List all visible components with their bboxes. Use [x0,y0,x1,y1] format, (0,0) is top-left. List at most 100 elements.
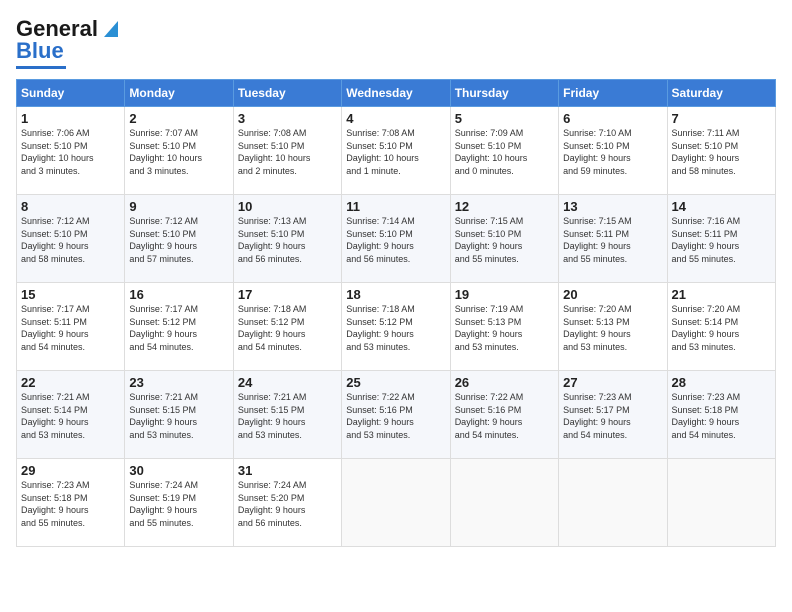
col-header-sunday: Sunday [17,80,125,107]
logo-underline [16,66,66,69]
day-info: Sunrise: 7:10 AM Sunset: 5:10 PM Dayligh… [563,127,662,177]
day-number: 31 [238,463,337,478]
week-row-5: 29Sunrise: 7:23 AM Sunset: 5:18 PM Dayli… [17,459,776,547]
col-header-monday: Monday [125,80,233,107]
day-cell [450,459,558,547]
day-number: 11 [346,199,445,214]
header: General Blue [16,16,776,69]
day-info: Sunrise: 7:24 AM Sunset: 5:20 PM Dayligh… [238,479,337,529]
day-info: Sunrise: 7:20 AM Sunset: 5:14 PM Dayligh… [672,303,771,353]
week-row-4: 22Sunrise: 7:21 AM Sunset: 5:14 PM Dayli… [17,371,776,459]
day-cell: 11Sunrise: 7:14 AM Sunset: 5:10 PM Dayli… [342,195,450,283]
day-info: Sunrise: 7:23 AM Sunset: 5:17 PM Dayligh… [563,391,662,441]
day-info: Sunrise: 7:21 AM Sunset: 5:15 PM Dayligh… [129,391,228,441]
day-cell: 17Sunrise: 7:18 AM Sunset: 5:12 PM Dayli… [233,283,341,371]
day-number: 3 [238,111,337,126]
day-info: Sunrise: 7:21 AM Sunset: 5:14 PM Dayligh… [21,391,120,441]
calendar-table: SundayMondayTuesdayWednesdayThursdayFrid… [16,79,776,547]
day-info: Sunrise: 7:15 AM Sunset: 5:10 PM Dayligh… [455,215,554,265]
day-cell: 13Sunrise: 7:15 AM Sunset: 5:11 PM Dayli… [559,195,667,283]
day-number: 1 [21,111,120,126]
day-cell [559,459,667,547]
day-cell: 14Sunrise: 7:16 AM Sunset: 5:11 PM Dayli… [667,195,775,283]
day-cell: 8Sunrise: 7:12 AM Sunset: 5:10 PM Daylig… [17,195,125,283]
day-info: Sunrise: 7:13 AM Sunset: 5:10 PM Dayligh… [238,215,337,265]
day-number: 19 [455,287,554,302]
day-cell: 2Sunrise: 7:07 AM Sunset: 5:10 PM Daylig… [125,107,233,195]
day-number: 24 [238,375,337,390]
day-number: 15 [21,287,120,302]
header-row: SundayMondayTuesdayWednesdayThursdayFrid… [17,80,776,107]
day-info: Sunrise: 7:14 AM Sunset: 5:10 PM Dayligh… [346,215,445,265]
day-cell: 9Sunrise: 7:12 AM Sunset: 5:10 PM Daylig… [125,195,233,283]
day-number: 12 [455,199,554,214]
day-cell: 25Sunrise: 7:22 AM Sunset: 5:16 PM Dayli… [342,371,450,459]
day-cell: 27Sunrise: 7:23 AM Sunset: 5:17 PM Dayli… [559,371,667,459]
day-number: 30 [129,463,228,478]
day-info: Sunrise: 7:06 AM Sunset: 5:10 PM Dayligh… [21,127,120,177]
day-cell: 22Sunrise: 7:21 AM Sunset: 5:14 PM Dayli… [17,371,125,459]
day-number: 28 [672,375,771,390]
day-info: Sunrise: 7:24 AM Sunset: 5:19 PM Dayligh… [129,479,228,529]
day-info: Sunrise: 7:15 AM Sunset: 5:11 PM Dayligh… [563,215,662,265]
day-number: 6 [563,111,662,126]
day-number: 26 [455,375,554,390]
day-number: 29 [21,463,120,478]
day-cell: 7Sunrise: 7:11 AM Sunset: 5:10 PM Daylig… [667,107,775,195]
day-number: 8 [21,199,120,214]
day-info: Sunrise: 7:23 AM Sunset: 5:18 PM Dayligh… [21,479,120,529]
week-row-1: 1Sunrise: 7:06 AM Sunset: 5:10 PM Daylig… [17,107,776,195]
day-number: 13 [563,199,662,214]
day-number: 23 [129,375,228,390]
col-header-thursday: Thursday [450,80,558,107]
day-cell: 24Sunrise: 7:21 AM Sunset: 5:15 PM Dayli… [233,371,341,459]
day-cell [342,459,450,547]
day-cell: 12Sunrise: 7:15 AM Sunset: 5:10 PM Dayli… [450,195,558,283]
day-cell: 10Sunrise: 7:13 AM Sunset: 5:10 PM Dayli… [233,195,341,283]
day-number: 21 [672,287,771,302]
day-cell: 3Sunrise: 7:08 AM Sunset: 5:10 PM Daylig… [233,107,341,195]
day-number: 5 [455,111,554,126]
day-number: 7 [672,111,771,126]
logo-blue: Blue [16,38,64,63]
day-cell: 28Sunrise: 7:23 AM Sunset: 5:18 PM Dayli… [667,371,775,459]
day-info: Sunrise: 7:18 AM Sunset: 5:12 PM Dayligh… [238,303,337,353]
day-cell: 16Sunrise: 7:17 AM Sunset: 5:12 PM Dayli… [125,283,233,371]
day-cell: 26Sunrise: 7:22 AM Sunset: 5:16 PM Dayli… [450,371,558,459]
day-number: 16 [129,287,228,302]
day-number: 22 [21,375,120,390]
day-info: Sunrise: 7:09 AM Sunset: 5:10 PM Dayligh… [455,127,554,177]
day-info: Sunrise: 7:20 AM Sunset: 5:13 PM Dayligh… [563,303,662,353]
day-info: Sunrise: 7:08 AM Sunset: 5:10 PM Dayligh… [346,127,445,177]
day-cell: 15Sunrise: 7:17 AM Sunset: 5:11 PM Dayli… [17,283,125,371]
day-info: Sunrise: 7:16 AM Sunset: 5:11 PM Dayligh… [672,215,771,265]
col-header-wednesday: Wednesday [342,80,450,107]
day-number: 20 [563,287,662,302]
day-info: Sunrise: 7:21 AM Sunset: 5:15 PM Dayligh… [238,391,337,441]
day-info: Sunrise: 7:17 AM Sunset: 5:11 PM Dayligh… [21,303,120,353]
day-number: 14 [672,199,771,214]
day-info: Sunrise: 7:07 AM Sunset: 5:10 PM Dayligh… [129,127,228,177]
day-cell: 6Sunrise: 7:10 AM Sunset: 5:10 PM Daylig… [559,107,667,195]
day-info: Sunrise: 7:19 AM Sunset: 5:13 PM Dayligh… [455,303,554,353]
day-number: 9 [129,199,228,214]
logo-icon [100,17,122,39]
day-info: Sunrise: 7:08 AM Sunset: 5:10 PM Dayligh… [238,127,337,177]
day-cell: 21Sunrise: 7:20 AM Sunset: 5:14 PM Dayli… [667,283,775,371]
day-number: 17 [238,287,337,302]
day-cell: 30Sunrise: 7:24 AM Sunset: 5:19 PM Dayli… [125,459,233,547]
col-header-tuesday: Tuesday [233,80,341,107]
day-cell: 31Sunrise: 7:24 AM Sunset: 5:20 PM Dayli… [233,459,341,547]
day-info: Sunrise: 7:11 AM Sunset: 5:10 PM Dayligh… [672,127,771,177]
day-cell: 23Sunrise: 7:21 AM Sunset: 5:15 PM Dayli… [125,371,233,459]
logo: General Blue [16,16,122,69]
day-cell: 1Sunrise: 7:06 AM Sunset: 5:10 PM Daylig… [17,107,125,195]
day-cell: 20Sunrise: 7:20 AM Sunset: 5:13 PM Dayli… [559,283,667,371]
day-info: Sunrise: 7:22 AM Sunset: 5:16 PM Dayligh… [346,391,445,441]
calendar-container: General Blue SundayMondayTuesdayWednesda… [0,0,792,555]
week-row-3: 15Sunrise: 7:17 AM Sunset: 5:11 PM Dayli… [17,283,776,371]
day-number: 25 [346,375,445,390]
day-cell: 4Sunrise: 7:08 AM Sunset: 5:10 PM Daylig… [342,107,450,195]
day-info: Sunrise: 7:17 AM Sunset: 5:12 PM Dayligh… [129,303,228,353]
col-header-saturday: Saturday [667,80,775,107]
